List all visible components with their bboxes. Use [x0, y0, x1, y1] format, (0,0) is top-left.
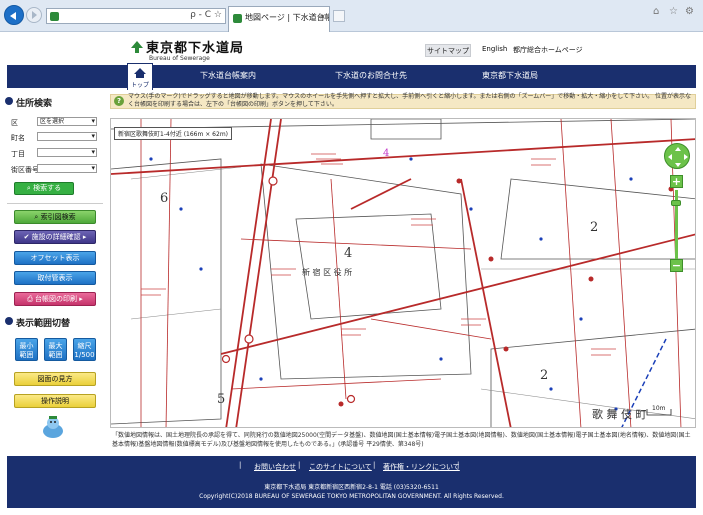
- gnav-home-label: トップ: [130, 82, 149, 89]
- print-ledger-button[interactable]: ⎙ 台帳図の印刷 ▸: [14, 292, 96, 306]
- search-icon: ⌕: [26, 184, 31, 192]
- block-label: 街区番号: [11, 166, 39, 174]
- home-icon: [134, 68, 146, 78]
- check-icon: ✔: [23, 233, 30, 241]
- how-to-read-button[interactable]: 図面の見方: [14, 372, 96, 386]
- zoom-in-button[interactable]: +: [670, 175, 683, 188]
- town-label: 町名: [11, 134, 25, 142]
- gnav-home-tab[interactable]: トップ: [127, 63, 153, 90]
- mascot-icon: [43, 416, 63, 438]
- chome-select[interactable]: [37, 148, 97, 157]
- map-drawing: [111, 119, 695, 427]
- block-number-label: 2: [590, 220, 599, 235]
- pan-control[interactable]: [664, 143, 690, 169]
- ward-select[interactable]: 区を選択: [37, 117, 97, 126]
- printer-icon: ⎙: [27, 295, 33, 303]
- site-favicon-icon: [50, 12, 59, 21]
- block-number-label: 4: [344, 246, 353, 261]
- site-logo-title[interactable]: 東京都下水道局: [146, 37, 244, 56]
- block-number-label: 5: [217, 392, 226, 407]
- sidebar-divider: [7, 203, 103, 204]
- address-search-heading: 住所検索: [4, 96, 52, 109]
- new-tab-button[interactable]: [333, 10, 345, 22]
- footer-copyright-link[interactable]: 著作権・リンクについて: [383, 462, 460, 472]
- block-select[interactable]: [37, 164, 97, 173]
- zoom-slider-thumb[interactable]: [671, 200, 681, 206]
- footer-separator: |: [457, 461, 460, 469]
- footer-separator: |: [373, 461, 376, 469]
- back-button[interactable]: [4, 5, 24, 25]
- outfall-display-button[interactable]: 取付管表示: [14, 271, 96, 285]
- sitemap-button[interactable]: サイトマップ: [425, 44, 471, 57]
- facility-detail-button[interactable]: ✔ 施設の詳細確認 ▸: [14, 230, 96, 244]
- settings-gear-icon[interactable]: ⚙: [685, 7, 695, 17]
- site-logo-subtitle: Bureau of Sewerage: [149, 55, 210, 62]
- browser-tab[interactable]: 地図ページ | 下水道台帳... ×: [228, 6, 330, 32]
- tab-close-icon[interactable]: ×: [319, 12, 326, 21]
- street-label: 歌 舞 伎 町: [592, 408, 647, 421]
- display-range-heading: 表示範囲切替: [4, 316, 70, 329]
- browser-toolbar-icons: ⌂ ☆ ⚙: [653, 7, 695, 17]
- address-bar[interactable]: ρ - C ☆: [46, 8, 226, 24]
- block-number-label: 4: [383, 148, 390, 159]
- zoom-out-button[interactable]: −: [670, 259, 683, 272]
- chome-label: 丁目: [11, 150, 25, 158]
- favorites-star-icon[interactable]: ☆: [669, 7, 679, 17]
- manual-button[interactable]: 操作説明: [14, 394, 96, 408]
- english-link[interactable]: English: [482, 45, 507, 53]
- scale-min-button[interactable]: 最小 範囲: [15, 338, 38, 361]
- notice-text: マウス(手のマーク)でドラッグすると地図が移動します。マウスのホイールを手先側へ…: [128, 93, 692, 108]
- footer-copyright: Copyright(C)2018 BUREAU OF SEWERAGE TOKY…: [199, 493, 504, 500]
- map-credits: 「数値地図情報は、国土地理院長の承認を得て、同院発行の数値地図25000(空間デ…: [112, 432, 691, 448]
- index-search-button[interactable]: ⌕ 索引図検索: [14, 210, 96, 224]
- gnav-contact[interactable]: 下水道のお問合せ先: [335, 70, 407, 81]
- footer-separator: |: [239, 461, 242, 469]
- footer-contact-link[interactable]: お問い合わせ: [254, 462, 296, 472]
- gnav-ledger-guide[interactable]: 下水道台帳案内: [200, 70, 256, 81]
- gnav-bureau[interactable]: 東京都下水道局: [482, 70, 538, 81]
- town-select[interactable]: [37, 132, 97, 141]
- tab-favicon-icon: [233, 14, 242, 23]
- footer-about-link[interactable]: このサイトについて: [309, 462, 372, 472]
- offset-display-button[interactable]: オフセット表示: [14, 251, 96, 265]
- building-label: 新 宿 区 役 所: [302, 268, 353, 277]
- tokyo-logo-icon: [131, 41, 143, 53]
- search-button[interactable]: ⌕ 検索する: [14, 182, 74, 195]
- footer-separator: |: [298, 461, 301, 469]
- map-location-caption: 新宿区歌舞伎町1-4付近 (166m × 62m): [114, 127, 233, 140]
- block-number-label: 2: [540, 368, 549, 383]
- ward-label: 区: [11, 119, 18, 127]
- footer-address: 東京都下水道局 東京都新宿区西新宿2-8-1 電話 (03)5320-6511: [264, 484, 439, 491]
- address-tools[interactable]: ρ - C ☆: [190, 10, 222, 20]
- site-header: [0, 32, 703, 65]
- search-icon: ⌕: [34, 213, 39, 221]
- info-icon: ?: [114, 96, 124, 106]
- sewer-map[interactable]: [110, 118, 696, 428]
- scale-max-button[interactable]: 最大 範囲: [44, 338, 67, 361]
- tab-title: 地図ページ | 下水道台帳...: [245, 13, 329, 22]
- metro-portal-link[interactable]: 都庁総合ホームページ: [513, 45, 583, 55]
- scale-1500-button[interactable]: 縮尺 1/500: [73, 338, 96, 361]
- home-icon[interactable]: ⌂: [653, 7, 663, 17]
- pan-arrows-icon: [668, 147, 688, 167]
- forward-button[interactable]: [26, 7, 42, 23]
- block-number-label: 6: [160, 191, 169, 206]
- map-scale-label: 10m: [652, 405, 666, 412]
